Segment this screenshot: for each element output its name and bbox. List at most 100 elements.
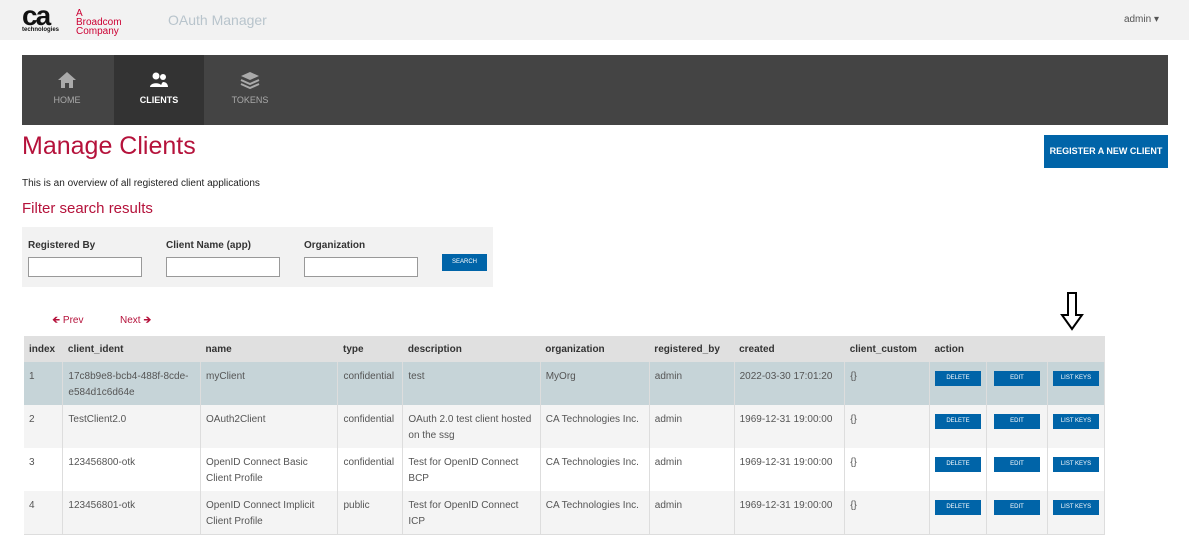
cell-registered-by: admin [649, 405, 735, 448]
table-row[interactable]: 3 123456800-otk OpenID Connect Basic Clien… [24, 448, 1106, 491]
user-name: admin [1123, 14, 1152, 25]
organization-input[interactable] [304, 257, 418, 277]
filter-panel: Registered By Client Name (app) Organiza… [22, 227, 493, 287]
col-type[interactable]: type [337, 336, 403, 362]
prev-link[interactable]: 🡸 Prev [52, 313, 83, 330]
cell-client-custom: {} [844, 405, 930, 448]
action-cell: EDIT [986, 362, 1048, 405]
main-nav: HOME CLIENTS TOKENS [22, 55, 1168, 125]
users-icon [150, 72, 168, 87]
top-bar: ca technologies A Broadcom Company OAuth… [0, 0, 1189, 40]
cell-client-ident: 123456801-otk [62, 491, 202, 534]
cell-client-ident: 123456800-otk [62, 448, 202, 491]
cell-organization: CA Technologies Inc. [540, 491, 650, 534]
cell-created: 1969-12-31 19:00:00 [734, 491, 846, 534]
col-organization[interactable]: organization [540, 336, 650, 362]
cell-created: 1969-12-31 19:00:00 [734, 448, 846, 491]
cell-index: 2 [24, 405, 64, 448]
tab-clients[interactable]: CLIENTS [114, 55, 204, 125]
cell-client-ident: TestClient2.0 [62, 405, 202, 448]
prev-label: Prev [62, 315, 84, 326]
search-button[interactable]: SEARCH [442, 254, 487, 271]
action-cell: EDIT [986, 448, 1048, 491]
tab-home[interactable]: HOME [22, 55, 112, 125]
edit-button[interactable]: EDIT [993, 457, 1040, 472]
clients-table: index client_ident name type description… [24, 336, 1106, 534]
page-description: This is an overview of all registered cl… [22, 178, 260, 189]
filter-title: Filter search results [22, 200, 153, 217]
arrow-left-icon: 🡸 [52, 315, 61, 326]
cell-description: Test for OpenID Connect BCP [402, 448, 541, 491]
action-cell: LIST KEYS [1047, 405, 1106, 448]
list-keys-button[interactable]: LIST KEYS [1052, 457, 1099, 472]
registered-by-input[interactable] [28, 257, 142, 277]
caret-down-icon: ▾ [1153, 14, 1159, 25]
next-row-partial [24, 534, 1105, 540]
col-client-ident[interactable]: client_ident [62, 336, 201, 362]
cell-description: OAuth 2.0 test client hosted on the ssg [402, 405, 541, 448]
cell-client-custom: {} [844, 448, 930, 491]
tab-tokens[interactable]: TOKENS [205, 55, 295, 125]
cell-type: confidential [337, 362, 404, 405]
logo-tagline: A Broadcom Company [76, 8, 122, 37]
action-cell: EDIT [986, 491, 1048, 534]
edit-button[interactable]: EDIT [993, 414, 1040, 429]
list-keys-button[interactable]: LIST KEYS [1052, 371, 1099, 386]
table-header: index client_ident name type description… [24, 336, 1105, 362]
col-registered-by[interactable]: registered_by [649, 336, 735, 362]
delete-button[interactable]: DELETE [935, 414, 981, 429]
action-cell: LIST KEYS [1047, 448, 1106, 491]
list-keys-button[interactable]: LIST KEYS [1052, 500, 1099, 515]
next-label: Next [120, 315, 141, 326]
cell-client-custom: {} [844, 491, 930, 534]
cell-created: 2022-03-30 17:01:20 [734, 362, 846, 405]
table-row[interactable]: 2 TestClient2.0 OAuth2Client confidential OA… [24, 405, 1106, 448]
col-name[interactable]: name [200, 336, 338, 362]
tab-label: CLIENTS [139, 95, 179, 105]
organization-label: Organization [304, 240, 366, 251]
register-client-button[interactable]: REGISTER A NEW CLIENT [1044, 135, 1168, 168]
cell-name: OpenID Connect Implicit Client Profile [200, 491, 339, 534]
ca-logo[interactable]: ca technologies A Broadcom Company [22, 0, 150, 37]
registered-by-label: Registered By [28, 240, 96, 251]
tab-label: HOME [53, 95, 81, 105]
cell-client-custom: {} [844, 362, 930, 405]
delete-button[interactable]: DELETE [935, 500, 981, 515]
edit-button[interactable]: EDIT [993, 371, 1040, 386]
cell-description: test [402, 362, 541, 405]
cell-index: 1 [24, 362, 64, 405]
home-icon [58, 72, 76, 88]
cell-description: Test for OpenID Connect ICP [402, 491, 541, 534]
client-name-input[interactable] [166, 257, 280, 277]
app-title: OAuth Manager [168, 12, 267, 28]
col-created[interactable]: created [734, 336, 845, 362]
logo-sub: technologies [22, 27, 60, 33]
edit-button[interactable]: EDIT [993, 500, 1040, 515]
table-row[interactable]: 1 17c8b9e8-bcb4-488f-8cde-e584d1c6d64e myC… [24, 362, 1106, 405]
down-arrow-annotation-icon [1060, 292, 1084, 331]
col-client-custom[interactable]: client_custom [844, 336, 930, 362]
col-index[interactable]: index [24, 336, 63, 362]
cell-registered-by: admin [649, 491, 735, 534]
cell-type: confidential [337, 405, 404, 448]
layers-icon [240, 72, 260, 89]
client-name-label: Client Name (app) [166, 240, 252, 251]
cell-created: 1969-12-31 19:00:00 [734, 405, 846, 448]
arrow-right-icon: 🡺 [143, 315, 152, 326]
action-cell: DELETE [929, 362, 987, 405]
action-cell: LIST KEYS [1047, 491, 1106, 534]
cell-type: confidential [337, 448, 404, 491]
next-link[interactable]: Next 🡺 [120, 313, 151, 330]
cell-index: 3 [24, 448, 64, 491]
delete-button[interactable]: DELETE [935, 371, 981, 386]
action-cell: LIST KEYS [1047, 362, 1106, 405]
delete-button[interactable]: DELETE [935, 457, 981, 472]
cell-type: public [337, 491, 404, 534]
user-menu[interactable]: admin ▾ [1124, 14, 1159, 25]
tab-label: TOKENS [231, 95, 269, 105]
cell-registered-by: admin [649, 448, 735, 491]
table-row[interactable]: 4 123456801-otk OpenID Connect Implicit Cl… [24, 491, 1106, 534]
list-keys-button[interactable]: LIST KEYS [1052, 414, 1099, 429]
col-description[interactable]: description [402, 336, 541, 362]
page-title: Manage Clients [22, 132, 196, 160]
